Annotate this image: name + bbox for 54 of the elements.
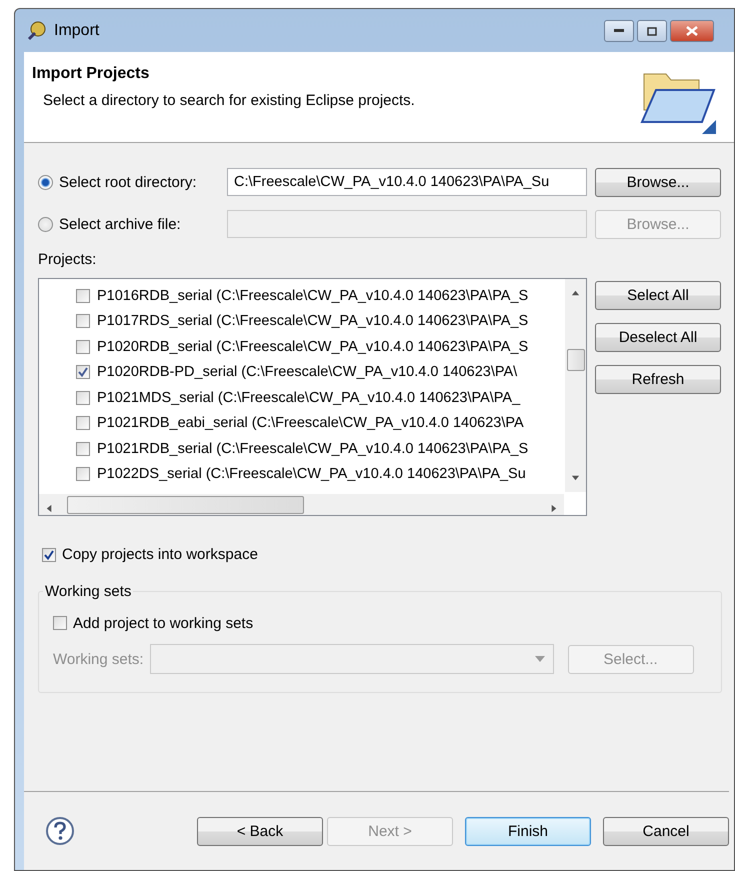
checkbox[interactable]	[76, 314, 90, 328]
radio-label: Select root directory:	[59, 174, 197, 190]
minimize-icon	[614, 29, 624, 33]
maximize-button[interactable]	[637, 20, 667, 42]
list-action-button[interactable]: Deselect All	[595, 323, 721, 352]
dialog-button[interactable]: Finish	[465, 816, 591, 846]
project-item[interactable]: P1021RDB_serial (C:\Freescale\CW_PA_v10.4.0 140623\PA\PA_S	[97, 440, 528, 457]
browse-button[interactable]: Browse...	[595, 168, 721, 196]
scroll-up-icon[interactable]	[571, 289, 580, 298]
checkbox[interactable]	[76, 390, 90, 405]
checkbox-label: Add project to working sets	[73, 614, 254, 632]
maximize-icon	[647, 26, 657, 36]
dialog-button[interactable]: < Back	[197, 816, 323, 846]
project-item[interactable]: P1017RDS_serial (C:\Freescale\CW_PA_v10.4.0 140623\PA\PA_S	[97, 313, 528, 330]
field-label: Working sets:	[53, 650, 144, 668]
project-item[interactable]: P1016RDB_serial (C:\Freescale\CW_PA_v10.4.0 140623\PA\PA_S	[97, 288, 528, 304]
checkbox-label: Copy projects into workspace	[62, 546, 258, 563]
scroll-right-icon[interactable]	[549, 504, 558, 513]
close-button[interactable]	[670, 20, 714, 42]
project-item[interactable]: P1021RDB_eabi_serial (C:\Freescale\CW_PA_v10.4.0 140623\PA	[97, 415, 524, 432]
checkbox[interactable]	[76, 416, 90, 430]
close-icon	[686, 26, 698, 36]
window-title: Import	[54, 22, 100, 40]
scroll-down-icon[interactable]	[571, 473, 580, 482]
scroll-thumb[interactable]	[67, 496, 304, 514]
checkbox[interactable]	[76, 467, 90, 482]
radio-button[interactable]	[38, 216, 53, 232]
project-item[interactable]: P1020RDB-PD_serial (C:\Freescale\CW_PA_v10.4.0 140623\PA\	[97, 364, 518, 380]
project-item[interactable]: P1020RDB_serial (C:\Freescale\CW_PA_v10.4.0 140623\PA\PA_S	[97, 338, 528, 355]
scroll-thumb[interactable]	[567, 349, 585, 371]
dropdown-arrow-icon	[534, 656, 545, 662]
project-item[interactable]: P1021MDS_serial (C:\Freescale\CW_PA_v10.4.0 140623\PA\PA_	[97, 390, 520, 406]
path-field[interactable]: C:\Freescale\CW_PA_v10.4.0 140623\PA\PA_Su	[227, 168, 587, 196]
projects-label: Projects:	[38, 251, 98, 268]
checkbox[interactable]	[76, 340, 90, 354]
page-title: Import Projects	[32, 65, 150, 83]
checkbox[interactable]	[53, 616, 67, 630]
project-item[interactable]: P1022DS_serial (C:\Freescale\CW_PA_v10.4.0 140623\PA\PA_Su	[97, 466, 526, 482]
minimize-button[interactable]	[604, 20, 634, 42]
radio-label: Select archive file:	[59, 216, 181, 232]
app-icon	[26, 20, 48, 40]
path-field[interactable]	[227, 210, 587, 238]
checkbox[interactable]	[76, 442, 90, 456]
vertical-scrollbar[interactable]	[565, 279, 586, 492]
page-description: Select a directory to search for existing Eclipse projects.	[42, 92, 415, 109]
list-action-button[interactable]: Refresh	[595, 365, 721, 394]
help-icon[interactable]	[45, 816, 75, 846]
dialog-button[interactable]: Cancel	[603, 816, 729, 846]
list-action-button[interactable]: Select All	[595, 281, 721, 310]
radio-button[interactable]	[38, 174, 53, 190]
scroll-left-icon[interactable]	[45, 504, 54, 513]
checkbox[interactable]	[76, 288, 90, 303]
horizontal-scrollbar[interactable]	[39, 494, 564, 515]
group-title: Working sets	[44, 583, 132, 600]
